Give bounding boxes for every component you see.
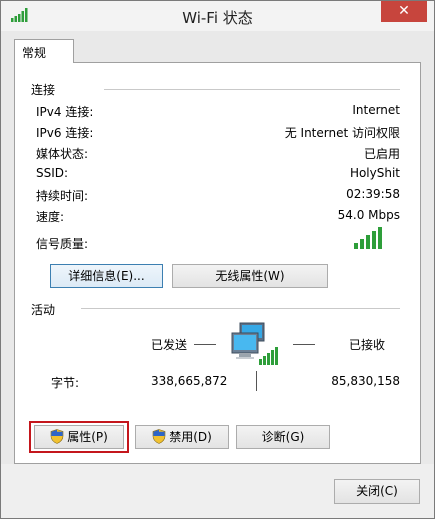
sent-line: [194, 344, 216, 345]
media-state-label: 媒体状态:: [36, 147, 89, 161]
window-close-button[interactable]: ✕: [381, 1, 427, 22]
diagnose-button[interactable]: 诊断(G): [236, 425, 330, 449]
network-computers-icon: [231, 322, 278, 365]
media-state-value: 已启用: [363, 147, 400, 161]
bytes-sent-value: 338,665,872: [151, 374, 228, 388]
connection-heading: 连接: [31, 83, 56, 97]
properties-button[interactable]: 属性(P): [34, 425, 124, 449]
ipv4-value: Internet: [352, 103, 400, 117]
disable-button-label: 禁用(D): [169, 430, 212, 444]
uac-shield-icon: [50, 429, 64, 444]
signal-strength-icon: [354, 227, 382, 249]
ipv6-value: 无 Internet 访问权限: [284, 126, 400, 140]
activity-divider: [81, 308, 400, 309]
ipv4-label: IPv4 连接:: [36, 105, 94, 119]
bytes-received-value: 85,830,158: [331, 374, 400, 388]
activity-heading: 活动: [31, 303, 56, 317]
bytes-label: 字节:: [51, 376, 80, 390]
wireless-properties-button[interactable]: 无线属性(W): [172, 264, 328, 288]
general-panel: [14, 62, 421, 464]
signal-bar: [354, 243, 358, 249]
sent-label: 已发送: [151, 338, 188, 352]
window-title: Wi-Fi 状态: [182, 9, 253, 27]
bytes-divider: [256, 371, 257, 391]
title-bar[interactable]: Wi-Fi 状态 ✕: [1, 1, 434, 31]
disable-button[interactable]: 禁用(D): [135, 425, 229, 449]
signal-bar: [360, 239, 364, 249]
details-button[interactable]: 详细信息(E)...: [50, 264, 163, 288]
close-button[interactable]: 关闭(C): [334, 479, 420, 504]
properties-button-label: 属性(P): [67, 430, 108, 444]
received-label: 已接收: [349, 338, 386, 352]
tab-general[interactable]: 常规: [14, 39, 74, 63]
signal-bar: [378, 227, 382, 249]
ipv6-label: IPv6 连接:: [36, 126, 94, 140]
signal-bar: [372, 231, 376, 249]
duration-label: 持续时间:: [36, 189, 89, 203]
speed-label: 速度:: [36, 210, 65, 224]
ssid-value: HolyShit: [349, 166, 400, 180]
received-line: [293, 344, 315, 345]
speed-value: 54.0 Mbps: [337, 208, 400, 222]
ssid-label: SSID:: [36, 166, 69, 180]
signal-bar: [366, 235, 370, 249]
uac-shield-icon: [152, 429, 166, 444]
duration-value: 02:39:58: [346, 187, 400, 201]
connection-divider: [104, 89, 400, 90]
signal-quality-label: 信号质量:: [36, 237, 89, 251]
wifi-status-window: Wi-Fi 状态 ✕ 常规 连接 IPv4 连接: Internet IPv6 …: [0, 0, 435, 519]
